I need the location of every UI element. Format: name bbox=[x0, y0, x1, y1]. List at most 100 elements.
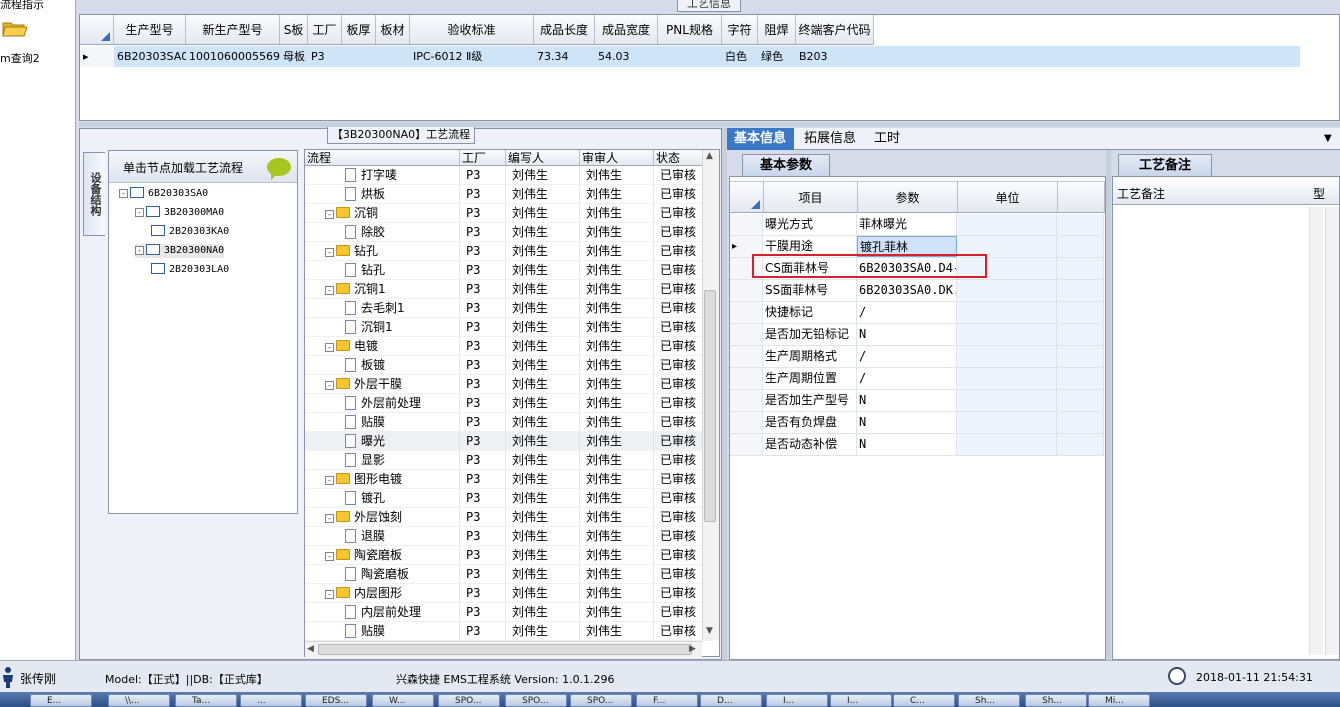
taskbar-button[interactable]: I... bbox=[766, 694, 828, 707]
taskbar-button[interactable]: \\... bbox=[108, 694, 170, 707]
table-row[interactable]: 除胶 P3 刘伟生 刘伟生 已审核 bbox=[305, 223, 714, 242]
taskbar-button[interactable]: Sh... bbox=[1025, 694, 1087, 707]
collapse-toggle-icon[interactable]: - bbox=[325, 514, 334, 523]
collapse-toggle-icon[interactable]: - bbox=[135, 208, 144, 217]
taskbar-button[interactable]: W... bbox=[372, 694, 434, 707]
table-row[interactable]: 沉铜1 P3 刘伟生 刘伟生 已审核 bbox=[305, 318, 714, 337]
table-row[interactable]: 生产周期位置 / bbox=[730, 368, 1104, 390]
param-unit-cell[interactable] bbox=[957, 434, 1057, 455]
collapse-toggle-icon[interactable]: - bbox=[135, 246, 144, 255]
column-header[interactable]: 成品宽度 bbox=[595, 15, 658, 44]
vertical-splitter[interactable] bbox=[722, 128, 727, 660]
table-row[interactable]: - 沉铜 P3 刘伟生 刘伟生 已审核 bbox=[305, 204, 714, 223]
collapse-toggle-icon[interactable]: - bbox=[325, 248, 334, 257]
collapse-toggle-icon[interactable]: - bbox=[325, 590, 334, 599]
taskbar-button[interactable]: SPO... bbox=[438, 694, 500, 707]
taskbar-button[interactable]: SPO... bbox=[505, 694, 567, 707]
taskbar-button[interactable]: C... bbox=[893, 694, 955, 707]
table-row[interactable]: 内层前处理 P3 刘伟生 刘伟生 已审核 bbox=[305, 603, 714, 622]
table-row[interactable]: 镀孔 P3 刘伟生 刘伟生 已审核 bbox=[305, 489, 714, 508]
param-unit-cell[interactable] bbox=[957, 412, 1057, 433]
table-row[interactable]: 是否有负焊盘 N bbox=[730, 412, 1104, 434]
table-row[interactable]: 曝光 P3 刘伟生 刘伟生 已审核 bbox=[305, 432, 714, 451]
taskbar-button[interactable]: F... bbox=[636, 694, 698, 707]
table-row[interactable]: - 外层蚀刻 P3 刘伟生 刘伟生 已审核 bbox=[305, 508, 714, 527]
table-row[interactable]: 曝光方式 菲林曝光 bbox=[730, 214, 1104, 236]
taskbar-button[interactable]: EDS... bbox=[305, 694, 367, 707]
table-row[interactable]: 钻孔 P3 刘伟生 刘伟生 已审核 bbox=[305, 261, 714, 280]
column-header[interactable]: 验收标准 bbox=[410, 15, 534, 44]
param-value-cell[interactable]: N bbox=[857, 324, 957, 345]
collapse-toggle-icon[interactable]: - bbox=[119, 189, 128, 198]
tree-node[interactable]: - 3B20300MA0 bbox=[135, 206, 224, 220]
column-header[interactable]: PNL规格 bbox=[658, 15, 722, 44]
tree-node[interactable]: - 3B20300NA0 bbox=[135, 244, 225, 258]
tree-node[interactable]: - 6B20303SA0 bbox=[119, 187, 208, 201]
param-value-cell[interactable]: / bbox=[857, 368, 957, 389]
flow-column-header[interactable]: 编写人 bbox=[506, 150, 580, 165]
column-header[interactable]: 工厂 bbox=[308, 15, 342, 44]
table-row[interactable]: 板镀 P3 刘伟生 刘伟生 已审核 bbox=[305, 356, 714, 375]
table-row[interactable]: - 图形电镀 P3 刘伟生 刘伟生 已审核 bbox=[305, 470, 714, 489]
column-header[interactable]: 板厚 bbox=[342, 15, 376, 44]
param-unit-cell[interactable] bbox=[957, 346, 1057, 367]
param-unit-cell[interactable] bbox=[957, 280, 1057, 301]
taskbar-button[interactable]: SPO... bbox=[570, 694, 632, 707]
sub-tab-process-notes[interactable]: 工艺备注 bbox=[1118, 154, 1212, 176]
table-row[interactable]: 是否加生产型号 N bbox=[730, 390, 1104, 412]
collapse-toggle-icon[interactable]: - bbox=[325, 381, 334, 390]
table-row[interactable]: - 电镀 P3 刘伟生 刘伟生 已审核 bbox=[305, 337, 714, 356]
notes-scrollbar[interactable] bbox=[1309, 207, 1323, 655]
scroll-right-icon[interactable]: ▶ bbox=[689, 644, 696, 654]
param-unit-cell[interactable] bbox=[957, 302, 1057, 323]
column-header[interactable]: 成品长度 bbox=[534, 15, 595, 44]
param-unit-cell[interactable] bbox=[957, 214, 1057, 235]
column-header[interactable]: 字符 bbox=[722, 15, 758, 44]
tab-menu-chevron-icon[interactable]: ▼ bbox=[1316, 128, 1340, 150]
vertical-splitter-right[interactable] bbox=[1106, 150, 1111, 660]
param-value-cell[interactable]: N bbox=[857, 390, 957, 411]
table-row[interactable]: 生产周期格式 / bbox=[730, 346, 1104, 368]
taskbar-button[interactable]: Sh... bbox=[958, 694, 1020, 707]
table-row[interactable]: 外层前处理 P3 刘伟生 刘伟生 已审核 bbox=[305, 394, 714, 413]
table-row[interactable]: 是否动态补偿 N bbox=[730, 434, 1104, 456]
table-row[interactable]: - 陶瓷磨板 P3 刘伟生 刘伟生 已审核 bbox=[305, 546, 714, 565]
param-value-cell[interactable]: 菲林曝光 bbox=[857, 214, 957, 235]
column-header[interactable]: 终端客户代码 bbox=[796, 15, 874, 44]
param-value-cell[interactable]: / bbox=[857, 346, 957, 367]
collapse-toggle-icon[interactable]: - bbox=[325, 343, 334, 352]
tab-basic-info[interactable]: 基本信息 bbox=[726, 128, 795, 150]
tree-header[interactable]: 单击节点加载工艺流程 bbox=[109, 151, 297, 183]
taskbar-button[interactable]: I... bbox=[830, 694, 892, 707]
collapse-toggle-icon[interactable]: - bbox=[325, 210, 334, 219]
table-row[interactable]: SS面菲林号6B20303SA0.DK... bbox=[730, 280, 1104, 302]
taskbar-button[interactable]: ... bbox=[240, 694, 302, 707]
scroll-left-icon[interactable]: ◀ bbox=[307, 644, 314, 654]
param-unit-cell[interactable] bbox=[957, 324, 1057, 345]
flow-column-header[interactable]: 工厂 bbox=[460, 150, 506, 165]
taskbar-button[interactable]: E... bbox=[30, 694, 92, 707]
table-row[interactable]: - 钻孔 P3 刘伟生 刘伟生 已审核 bbox=[305, 242, 714, 261]
flow-vertical-scroll-thumb[interactable] bbox=[704, 290, 716, 522]
table-row[interactable]: 贴膜 P3 刘伟生 刘伟生 已审核 bbox=[305, 413, 714, 432]
table-row[interactable]: - 沉铜1 P3 刘伟生 刘伟生 已审核 bbox=[305, 280, 714, 299]
collapse-toggle-icon[interactable]: - bbox=[325, 286, 334, 295]
table-row[interactable]: 烘板 P3 刘伟生 刘伟生 已审核 bbox=[305, 185, 714, 204]
notes-scrollbar-2[interactable] bbox=[1325, 207, 1339, 655]
param-value-cell[interactable]: N bbox=[857, 434, 957, 455]
table-row[interactable]: 退膜 P3 刘伟生 刘伟生 已审核 bbox=[305, 527, 714, 546]
tab-extended-info[interactable]: 拓展信息 bbox=[796, 128, 864, 150]
tab-work-hours[interactable]: 工时 bbox=[866, 128, 908, 150]
table-row[interactable]: 去毛刺1 P3 刘伟生 刘伟生 已审核 bbox=[305, 299, 714, 318]
param-value-cell[interactable]: 6B20303SA0.DK... bbox=[857, 280, 957, 301]
table-row[interactable]: 快捷标记 / bbox=[730, 302, 1104, 324]
table-row[interactable]: 打字唛 P3 刘伟生 刘伟生 已审核 bbox=[305, 166, 714, 185]
column-header[interactable]: S板 bbox=[280, 15, 308, 44]
param-value-cell[interactable]: N bbox=[857, 412, 957, 433]
flow-column-header[interactable]: 审审人 bbox=[580, 150, 654, 165]
column-header[interactable]: 阻焊 bbox=[758, 15, 796, 44]
column-header[interactable]: 板材 bbox=[376, 15, 410, 44]
column-header[interactable]: 新生产型号 bbox=[186, 15, 280, 44]
flow-column-header[interactable]: 流程 bbox=[305, 150, 460, 165]
collapse-toggle-icon[interactable]: - bbox=[325, 552, 334, 561]
